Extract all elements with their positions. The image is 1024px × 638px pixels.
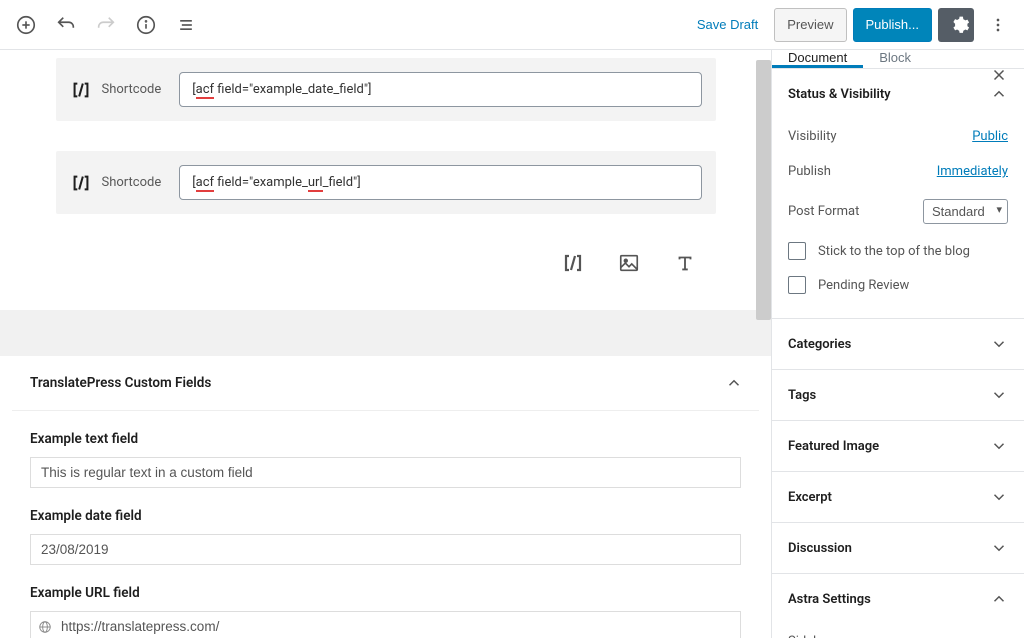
redo-button[interactable] (88, 7, 124, 43)
panel-featured-image[interactable]: Featured Image (772, 421, 1024, 471)
panel-discussion[interactable]: Discussion (772, 523, 1024, 573)
insert-image-button[interactable] (610, 244, 648, 282)
pending-label: Pending Review (818, 278, 909, 293)
chevron-down-icon (990, 335, 1008, 353)
visibility-label: Visibility (788, 129, 837, 144)
sticky-checkbox-row[interactable]: Stick to the top of the blog (788, 234, 1008, 268)
publish-button[interactable]: Publish... (853, 8, 932, 42)
settings-sidebar: Document Block Status & Visibility Visib… (771, 50, 1024, 638)
chevron-down-icon (990, 488, 1008, 506)
tab-document[interactable]: Document (772, 50, 863, 68)
insert-shortcode-button[interactable] (554, 244, 592, 282)
editor-spacer (0, 310, 771, 356)
panel-astra-settings[interactable]: Astra Settings (772, 574, 1024, 624)
shortcode-input-2[interactable]: [acf field="example_url_field"] (179, 165, 701, 200)
visibility-value[interactable]: Public (972, 129, 1008, 144)
pending-checkbox-row[interactable]: Pending Review (788, 268, 1008, 302)
shortcode-block-1[interactable]: Shortcode [acf field="example_date_field… (56, 58, 716, 121)
chevron-down-icon (990, 539, 1008, 557)
url-field-input[interactable] (30, 611, 741, 638)
panel-tags[interactable]: Tags (772, 370, 1024, 420)
panel-status-visibility: Status & Visibility Visibility Public Pu… (772, 69, 1024, 319)
preview-button[interactable]: Preview (774, 8, 846, 42)
text-field-label: Example text field (30, 431, 741, 447)
custom-fields-title: TranslatePress Custom Fields (30, 375, 211, 391)
close-sidebar-button[interactable] (990, 61, 1018, 89)
panel-status-header[interactable]: Status & Visibility (772, 69, 1024, 119)
shortcode-label-text: Shortcode (102, 175, 162, 190)
post-format-label: Post Format (788, 204, 859, 219)
pending-checkbox[interactable] (788, 276, 806, 294)
chevron-up-icon (990, 590, 1008, 608)
editor-canvas: Shortcode [acf field="example_date_field… (0, 50, 771, 638)
save-draft-button[interactable]: Save Draft (687, 8, 768, 42)
date-field-input[interactable] (30, 534, 741, 565)
globe-icon (38, 620, 52, 634)
shortcode-input-1[interactable]: [acf field="example_date_field"] (179, 72, 701, 107)
publish-label: Publish (788, 164, 831, 179)
sticky-checkbox[interactable] (788, 242, 806, 260)
shortcode-label-text: Shortcode (102, 82, 162, 97)
outline-button[interactable] (168, 7, 204, 43)
sticky-label: Stick to the top of the blog (818, 244, 970, 259)
settings-button[interactable] (938, 8, 974, 42)
text-field-input[interactable] (30, 457, 741, 488)
custom-fields-panel: TranslatePress Custom Fields Example tex… (0, 356, 771, 638)
add-block-button[interactable] (8, 7, 44, 43)
astra-sidebar-label: Sidebar (788, 634, 832, 638)
top-toolbar: Save Draft Preview Publish... (0, 0, 1024, 50)
tab-block[interactable]: Block (863, 50, 927, 68)
url-field-label: Example URL field (30, 585, 741, 601)
info-button[interactable] (128, 7, 164, 43)
more-menu-button[interactable] (980, 7, 1016, 43)
chevron-down-icon (990, 437, 1008, 455)
shortcode-icon (70, 172, 92, 194)
editor-scrollbar[interactable] (756, 60, 771, 320)
panel-status-title: Status & Visibility (788, 87, 891, 102)
publish-value[interactable]: Immediately (937, 164, 1008, 179)
insert-text-button[interactable] (666, 244, 704, 282)
post-format-select[interactable]: Standard (923, 199, 1008, 224)
panel-categories[interactable]: Categories (772, 319, 1024, 369)
undo-button[interactable] (48, 7, 84, 43)
shortcode-block-2[interactable]: Shortcode [acf field="example_url_field"… (56, 151, 716, 214)
date-field-label: Example date field (30, 508, 741, 524)
chevron-up-icon (725, 374, 743, 392)
custom-fields-header[interactable]: TranslatePress Custom Fields (12, 356, 759, 411)
panel-excerpt[interactable]: Excerpt (772, 472, 1024, 522)
chevron-down-icon (990, 386, 1008, 404)
shortcode-icon (70, 79, 92, 101)
